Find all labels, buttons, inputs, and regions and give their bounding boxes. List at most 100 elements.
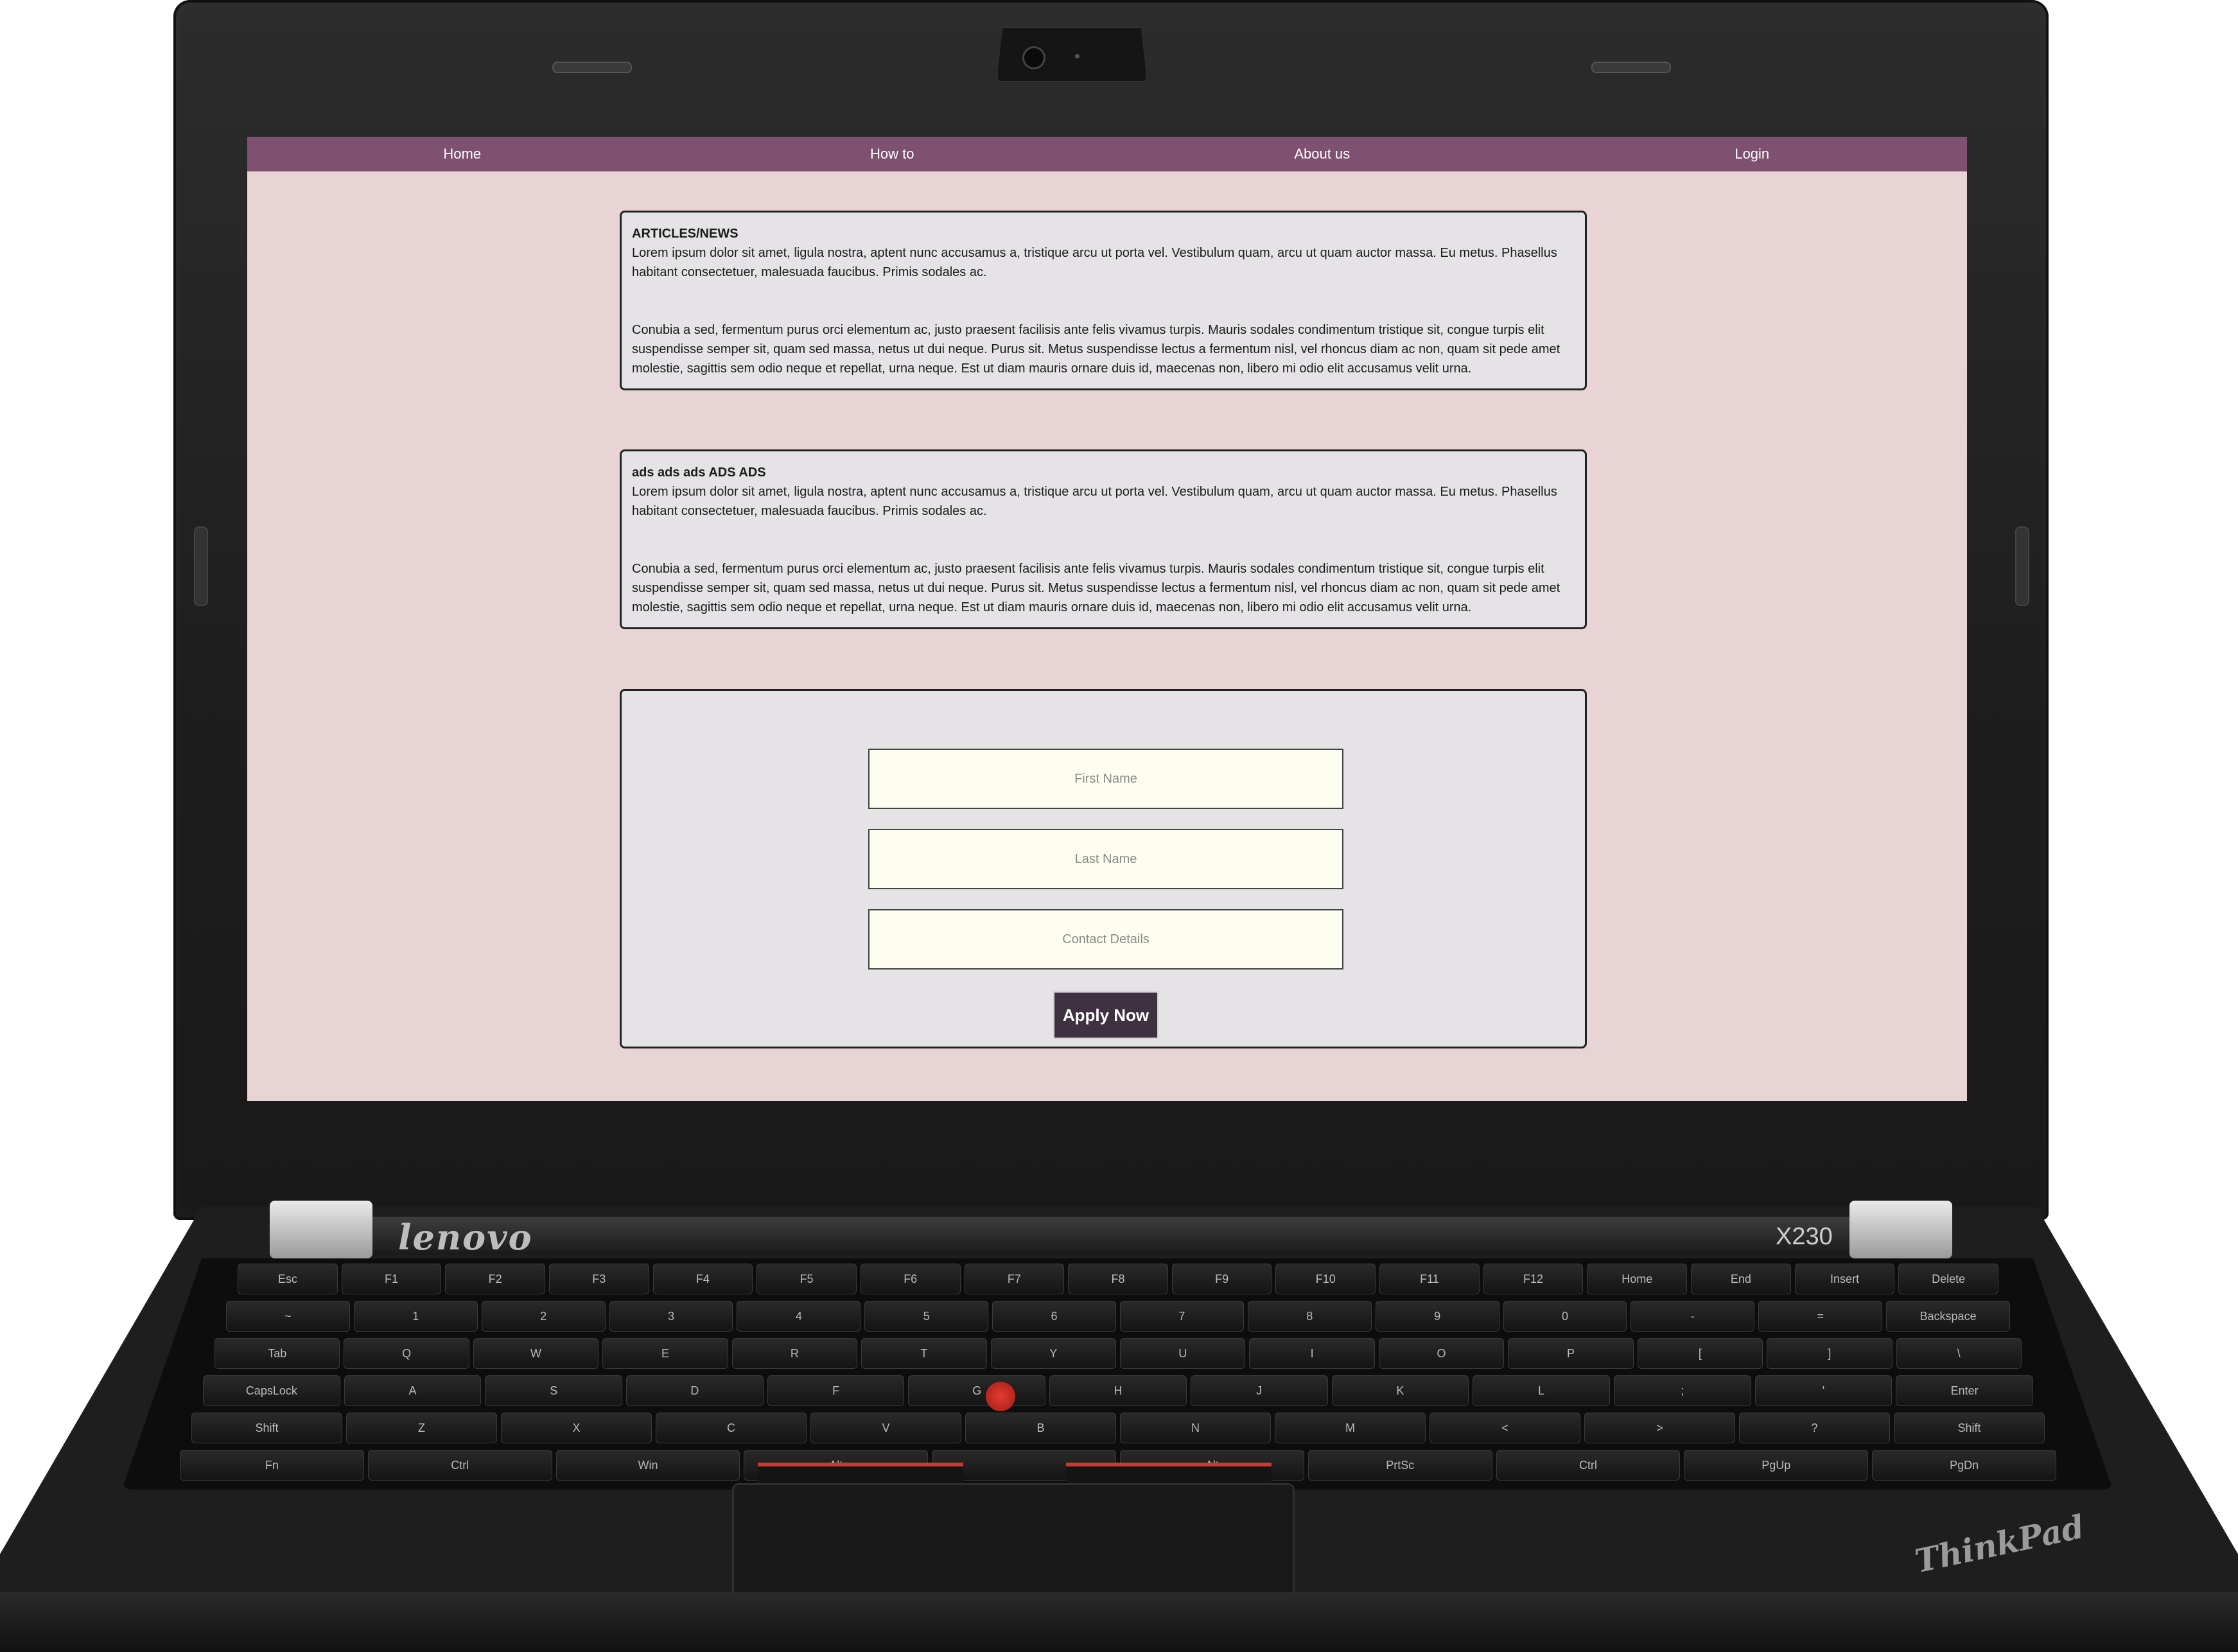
last-name-input[interactable]	[868, 829, 1343, 889]
key[interactable]: F2	[445, 1264, 545, 1294]
key[interactable]: 7	[1120, 1301, 1244, 1332]
key[interactable]: Esc	[238, 1264, 338, 1294]
key[interactable]: S	[485, 1375, 623, 1406]
key[interactable]: End	[1691, 1264, 1791, 1294]
key[interactable]: PgDn	[1872, 1450, 2056, 1481]
nav-how-to[interactable]: How to	[678, 137, 1108, 171]
key[interactable]: F12	[1483, 1264, 1584, 1294]
key[interactable]: 4	[737, 1301, 861, 1332]
key[interactable]: ]	[1767, 1338, 1893, 1369]
first-name-input[interactable]	[868, 749, 1343, 809]
key[interactable]: Ctrl	[1496, 1450, 1681, 1481]
key[interactable]: 8	[1247, 1301, 1372, 1332]
key[interactable]: PrtSc	[1307, 1450, 1492, 1481]
key[interactable]: F8	[1068, 1264, 1168, 1294]
touchpad[interactable]	[732, 1483, 1295, 1609]
application-form: Apply Now	[620, 689, 1587, 1048]
nav-home[interactable]: Home	[247, 137, 678, 171]
key[interactable]: U	[1120, 1338, 1246, 1369]
key[interactable]: F5	[756, 1264, 857, 1294]
trackpoint-right-button[interactable]	[1066, 1463, 1272, 1486]
key[interactable]: F	[767, 1375, 905, 1406]
key[interactable]: Y	[990, 1338, 1116, 1369]
key[interactable]: Insert	[1794, 1264, 1895, 1294]
key[interactable]: 3	[609, 1301, 733, 1332]
key[interactable]: H	[1049, 1375, 1187, 1406]
key[interactable]: K	[1331, 1375, 1469, 1406]
key[interactable]: J	[1190, 1375, 1328, 1406]
key[interactable]: ;	[1613, 1375, 1751, 1406]
key[interactable]: PgUp	[1684, 1450, 1869, 1481]
contact-details-input[interactable]	[868, 909, 1343, 969]
key[interactable]: 1	[353, 1301, 478, 1332]
key[interactable]: Fn	[180, 1450, 364, 1481]
key[interactable]: F1	[341, 1264, 442, 1294]
keyboard-row: ~1 2 3 4 5 6 7 8 9 0- = Backspace	[122, 1301, 2113, 1334]
key[interactable]: Z	[346, 1413, 497, 1443]
key[interactable]: Shift	[191, 1413, 342, 1443]
key[interactable]: -	[1630, 1301, 1755, 1332]
key[interactable]: F6	[860, 1264, 961, 1294]
key[interactable]: \	[1896, 1338, 2022, 1369]
key[interactable]: '	[1754, 1375, 1893, 1406]
key[interactable]: C	[656, 1413, 807, 1443]
key[interactable]: F9	[1171, 1264, 1272, 1294]
key[interactable]: N	[1120, 1413, 1271, 1443]
key[interactable]: E	[602, 1338, 728, 1369]
key[interactable]: Home	[1587, 1264, 1688, 1294]
key[interactable]: Enter	[1896, 1375, 2033, 1406]
key[interactable]: CapsLock	[203, 1375, 340, 1406]
articles-paragraph-2: Conubia a sed, fermentum purus orci elem…	[632, 323, 1560, 376]
key[interactable]: F7	[964, 1264, 1065, 1294]
nav-about-us[interactable]: About us	[1107, 137, 1537, 171]
key[interactable]: Q	[344, 1338, 469, 1369]
key[interactable]: Shift	[1894, 1413, 2045, 1443]
key[interactable]: 0	[1503, 1301, 1627, 1332]
key[interactable]: Tab	[214, 1338, 340, 1369]
key[interactable]: O	[1378, 1338, 1505, 1369]
key[interactable]: W	[473, 1338, 599, 1369]
key[interactable]: V	[810, 1413, 961, 1443]
key[interactable]: F11	[1379, 1264, 1480, 1294]
key[interactable]: F10	[1275, 1264, 1376, 1294]
key[interactable]: M	[1275, 1413, 1426, 1443]
key[interactable]: >	[1584, 1413, 1735, 1443]
brand-logo: lenovo	[398, 1217, 533, 1258]
key[interactable]: P	[1508, 1338, 1634, 1369]
key[interactable]: ?	[1739, 1413, 1890, 1443]
key[interactable]: L	[1473, 1375, 1610, 1406]
hinge-left	[270, 1201, 372, 1258]
key[interactable]: F3	[548, 1264, 649, 1294]
key[interactable]: A	[344, 1375, 482, 1406]
key[interactable]: F4	[652, 1264, 753, 1294]
key[interactable]: <	[1429, 1413, 1580, 1443]
key[interactable]: I	[1249, 1338, 1375, 1369]
trackpoint-left-button[interactable]	[758, 1463, 963, 1486]
apply-now-button[interactable]: Apply Now	[1053, 991, 1158, 1039]
key[interactable]: ~	[226, 1301, 350, 1332]
key[interactable]: 6	[992, 1301, 1116, 1332]
key[interactable]: G	[908, 1375, 1046, 1406]
key[interactable]: D	[626, 1375, 764, 1406]
key[interactable]: =	[1758, 1301, 1883, 1332]
key[interactable]: Win	[555, 1450, 740, 1481]
key[interactable]: Ctrl	[367, 1450, 552, 1481]
hinge-right	[1849, 1201, 1952, 1258]
lid-bumper-right	[2015, 526, 2029, 606]
key[interactable]: 2	[481, 1301, 606, 1332]
key[interactable]: Delete	[1898, 1264, 1998, 1294]
key[interactable]: Backspace	[1886, 1301, 2010, 1332]
key[interactable]: 9	[1375, 1301, 1499, 1332]
key[interactable]: T	[861, 1338, 987, 1369]
trackpoint[interactable]	[986, 1382, 1015, 1411]
lid-bumper-left	[194, 526, 208, 606]
key[interactable]: B	[965, 1413, 1116, 1443]
screen: Home How to About us Login ARTICLES/NEWS…	[247, 137, 1967, 1101]
webcam	[997, 27, 1147, 82]
keyboard: Esc F1 F2 F3 F4 F5 F6 F7 F8 F9 F10 F11 F12 Home End Ins…	[122, 1258, 2113, 1490]
key[interactable]: X	[501, 1413, 652, 1443]
nav-login[interactable]: Login	[1537, 137, 1968, 171]
key[interactable]: 5	[864, 1301, 989, 1332]
key[interactable]: [	[1637, 1338, 1763, 1369]
key[interactable]: R	[731, 1338, 858, 1369]
